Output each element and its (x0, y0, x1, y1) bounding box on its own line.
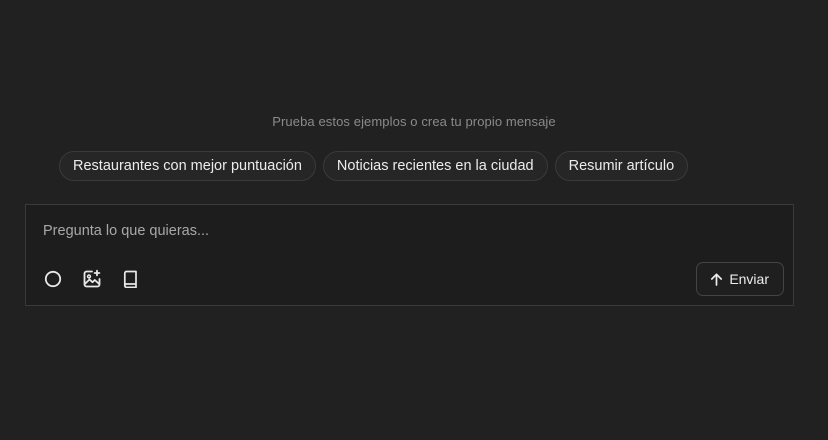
circle-tool-button[interactable] (42, 268, 64, 290)
circle-icon (44, 270, 62, 288)
arrow-up-icon (711, 272, 723, 286)
suggestion-chips: Restaurantes con mejor puntuación Notici… (59, 151, 689, 181)
message-composer: Enviar (25, 204, 794, 306)
prompt-input[interactable] (43, 218, 763, 244)
image-add-icon (83, 269, 101, 288)
library-button[interactable] (120, 268, 142, 290)
add-image-button[interactable] (81, 268, 103, 290)
book-icon (123, 270, 137, 288)
suggestion-chip-news[interactable]: Noticias recientes en la ciudad (322, 151, 548, 181)
suggestion-chip-summarize[interactable]: Resumir artículo (554, 151, 689, 181)
suggestion-chip-restaurants[interactable]: Restaurantes con mejor puntuación (59, 151, 316, 181)
chat-start-screen: Prueba estos ejemplos o crea tu propio m… (0, 0, 828, 440)
send-button[interactable]: Enviar (696, 262, 784, 296)
suggestions-hint: Prueba estos ejemplos o crea tu propio m… (272, 114, 556, 129)
send-button-label: Enviar (729, 271, 769, 287)
